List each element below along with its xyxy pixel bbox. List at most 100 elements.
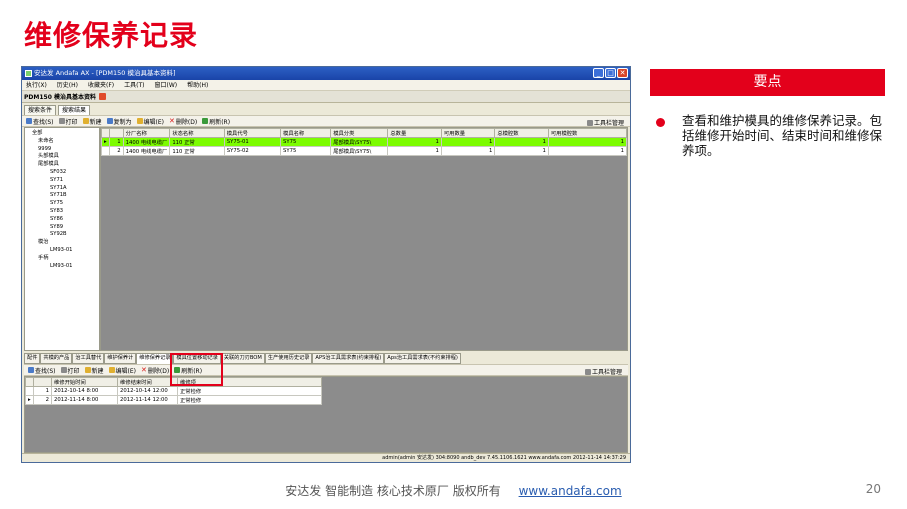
tab-blade-bom[interactable]: 关联的刀刃BOM xyxy=(220,353,265,364)
cell-plant[interactable]: 1400 电线电缆厂 xyxy=(122,146,171,156)
tab-maintenance-records[interactable]: 维修保养记录 xyxy=(136,353,174,364)
maintenance-grid: 维修开始时间 维修结束时间 维修项 1 2012-10-14 8:00 2012… xyxy=(24,376,628,453)
menu-history[interactable]: 历史(H) xyxy=(57,80,78,90)
cell-plant[interactable]: 1400 电线电缆厂 xyxy=(122,137,171,147)
menu-help[interactable]: 帮助(H) xyxy=(187,80,208,90)
tree-node[interactable]: SY89 xyxy=(28,224,96,232)
tree-node[interactable]: SF032 xyxy=(28,169,96,177)
print-button[interactable]: 打印 xyxy=(58,117,78,126)
new-icon xyxy=(84,367,91,373)
tree-node[interactable]: 未命名 xyxy=(28,138,96,146)
tree-node[interactable]: LM93-01 xyxy=(28,247,96,255)
col-header[interactable]: 可用模腔数 xyxy=(547,128,627,138)
tree-node[interactable]: SY71B xyxy=(28,192,96,200)
table-row[interactable]: ▸ 2 2012-11-14 8:00 2012-11-14 12:00 正常检… xyxy=(25,395,322,405)
col-header[interactable]: 模具分类 xyxy=(330,128,389,138)
table-row[interactable]: 2 1400 电线电缆厂 110 正常 SY75-02 SY75 尾部模具\SY… xyxy=(101,146,627,156)
cell-item[interactable]: 正常检修 xyxy=(177,386,322,396)
maximize-button[interactable]: □ xyxy=(605,68,616,78)
copy-as-button[interactable]: 复制为 xyxy=(106,117,132,126)
cell-start[interactable]: 2012-10-14 8:00 xyxy=(51,386,118,396)
category-tree[interactable]: 全部 未命名 9999 头部模具 尾部模具 SF032 SY71 SY71A S… xyxy=(24,127,100,351)
tab-usage-history[interactable]: 生产使用历史记录 xyxy=(264,353,313,364)
cell-name[interactable]: SY75 xyxy=(280,146,332,156)
cell-available[interactable]: 1 xyxy=(440,146,496,156)
col-header[interactable]: 维修结束时间 xyxy=(117,377,178,387)
row-pointer xyxy=(101,146,110,156)
tree-node[interactable]: 手柄 xyxy=(28,255,96,263)
tree-node[interactable]: SY75 xyxy=(28,200,96,208)
cell-status[interactable]: 110 正常 xyxy=(169,137,225,147)
col-header[interactable]: 总数量 xyxy=(387,128,442,138)
detail-edit-button[interactable]: 编辑(E) xyxy=(108,366,136,375)
cell-category[interactable]: 尾部模具\SY75\ xyxy=(330,137,389,147)
copy-icon xyxy=(106,118,113,124)
cell-item[interactable]: 正常检修 xyxy=(177,395,322,405)
document-tab[interactable]: PDM150 模治具基本资料 xyxy=(24,92,96,101)
menu-tools[interactable]: 工具(T) xyxy=(124,80,144,90)
cell-cavity-available[interactable]: 1 xyxy=(547,146,627,156)
tree-node[interactable]: 尾部模具 xyxy=(28,161,96,169)
cell-code[interactable]: SY75-01 xyxy=(223,137,282,147)
tree-node[interactable]: 全部 xyxy=(28,130,96,138)
col-header[interactable]: 模具代号 xyxy=(223,128,282,138)
tree-node[interactable]: SY71A xyxy=(28,185,96,193)
menu-favorites[interactable]: 收藏夹(F) xyxy=(88,80,114,90)
tab-maintenance-plan[interactable]: 维护保养计 xyxy=(104,353,137,364)
detail-find-button[interactable]: 查找(S) xyxy=(28,366,56,375)
table-row[interactable]: 1 2012-10-14 8:00 2012-10-14 12:00 正常检修 xyxy=(25,386,322,396)
detail-toolbar-manager-button[interactable]: 工具栏管理 xyxy=(584,367,622,376)
detail-new-button[interactable]: 新建 xyxy=(84,366,104,375)
row-pointer: ▸ xyxy=(101,137,110,147)
tree-node[interactable]: SY71 xyxy=(28,177,96,185)
cell-start[interactable]: 2012-11-14 8:00 xyxy=(51,395,118,405)
find-button[interactable]: 查找(S) xyxy=(26,117,54,126)
col-header[interactable]: 状态名称 xyxy=(169,128,225,138)
col-header[interactable]: 可用数量 xyxy=(440,128,496,138)
col-header[interactable]: 模具名称 xyxy=(280,128,332,138)
cell-cavity-total[interactable]: 1 xyxy=(494,137,549,147)
cell-name[interactable]: SY75 xyxy=(280,137,332,147)
cell-total[interactable]: 1 xyxy=(387,137,442,147)
menu-execute[interactable]: 执行(X) xyxy=(26,80,47,90)
edit-button[interactable]: 编辑(E) xyxy=(136,117,164,126)
cell-end[interactable]: 2012-10-14 12:00 xyxy=(117,386,178,396)
col-header[interactable]: 维修开始时间 xyxy=(51,377,118,387)
tree-node[interactable]: SY83 xyxy=(28,208,96,216)
tree-node[interactable]: SY92B xyxy=(28,231,96,239)
tree-node[interactable]: SY86 xyxy=(28,216,96,224)
detail-print-button[interactable]: 打印 xyxy=(60,366,80,375)
tab-tool-substitute[interactable]: 治工具替代 xyxy=(72,353,105,364)
minimize-button[interactable]: _ xyxy=(593,68,604,78)
tab-aps-constrained[interactable]: APS治工具需求表(约束排程) xyxy=(312,353,385,364)
cell-cavity-available[interactable]: 1 xyxy=(547,137,627,147)
col-header[interactable]: 总模腔数 xyxy=(494,128,549,138)
detail-delete-button[interactable]: ✕ 删除(D) xyxy=(141,366,169,375)
cell-available[interactable]: 1 xyxy=(440,137,496,147)
tab-search-conditions[interactable]: 搜索条件 xyxy=(24,105,57,115)
toolbar-manager-button[interactable]: 工具栏管理 xyxy=(586,118,624,127)
tab-search-results[interactable]: 搜索结果 xyxy=(58,105,91,115)
table-row[interactable]: ▸ 1 1400 电线电缆厂 110 正常 SY75-01 SY75 尾部模具\… xyxy=(101,137,627,147)
delete-button[interactable]: ✕ 删除(D) xyxy=(169,117,197,126)
cell-status[interactable]: 110 正常 xyxy=(169,146,225,156)
cell-total[interactable]: 1 xyxy=(387,146,442,156)
menu-window[interactable]: 窗口(W) xyxy=(155,80,178,90)
tab-shared-products[interactable]: 共模的产品 xyxy=(40,353,73,364)
cell-end[interactable]: 2012-11-14 12:00 xyxy=(117,395,178,405)
cell-code[interactable]: SY75-02 xyxy=(223,146,282,156)
cell-cavity-total[interactable]: 1 xyxy=(494,146,549,156)
refresh-button[interactable]: 刷新(R) xyxy=(202,117,230,126)
tab-parts[interactable]: 配件 xyxy=(24,353,41,364)
footer-link[interactable]: www.andafa.com xyxy=(519,484,622,498)
close-button[interactable]: ✕ xyxy=(617,68,628,78)
close-tab-icon[interactable] xyxy=(98,93,106,100)
tab-aps-unconstrained[interactable]: Aps治工具需求表(不约束排程) xyxy=(384,353,461,364)
cell-category[interactable]: 尾部模具\SY75\ xyxy=(330,146,389,156)
tree-node[interactable]: LM93-01 xyxy=(28,263,96,271)
tree-node[interactable]: 模治 xyxy=(28,239,96,247)
menu-bar: 执行(X) 历史(H) 收藏夹(F) 工具(T) 窗口(W) 帮助(H) xyxy=(22,80,630,91)
col-header[interactable]: 分厂名称 xyxy=(122,128,171,138)
new-button[interactable]: 新建 xyxy=(82,117,102,126)
highlight-box xyxy=(170,353,223,386)
